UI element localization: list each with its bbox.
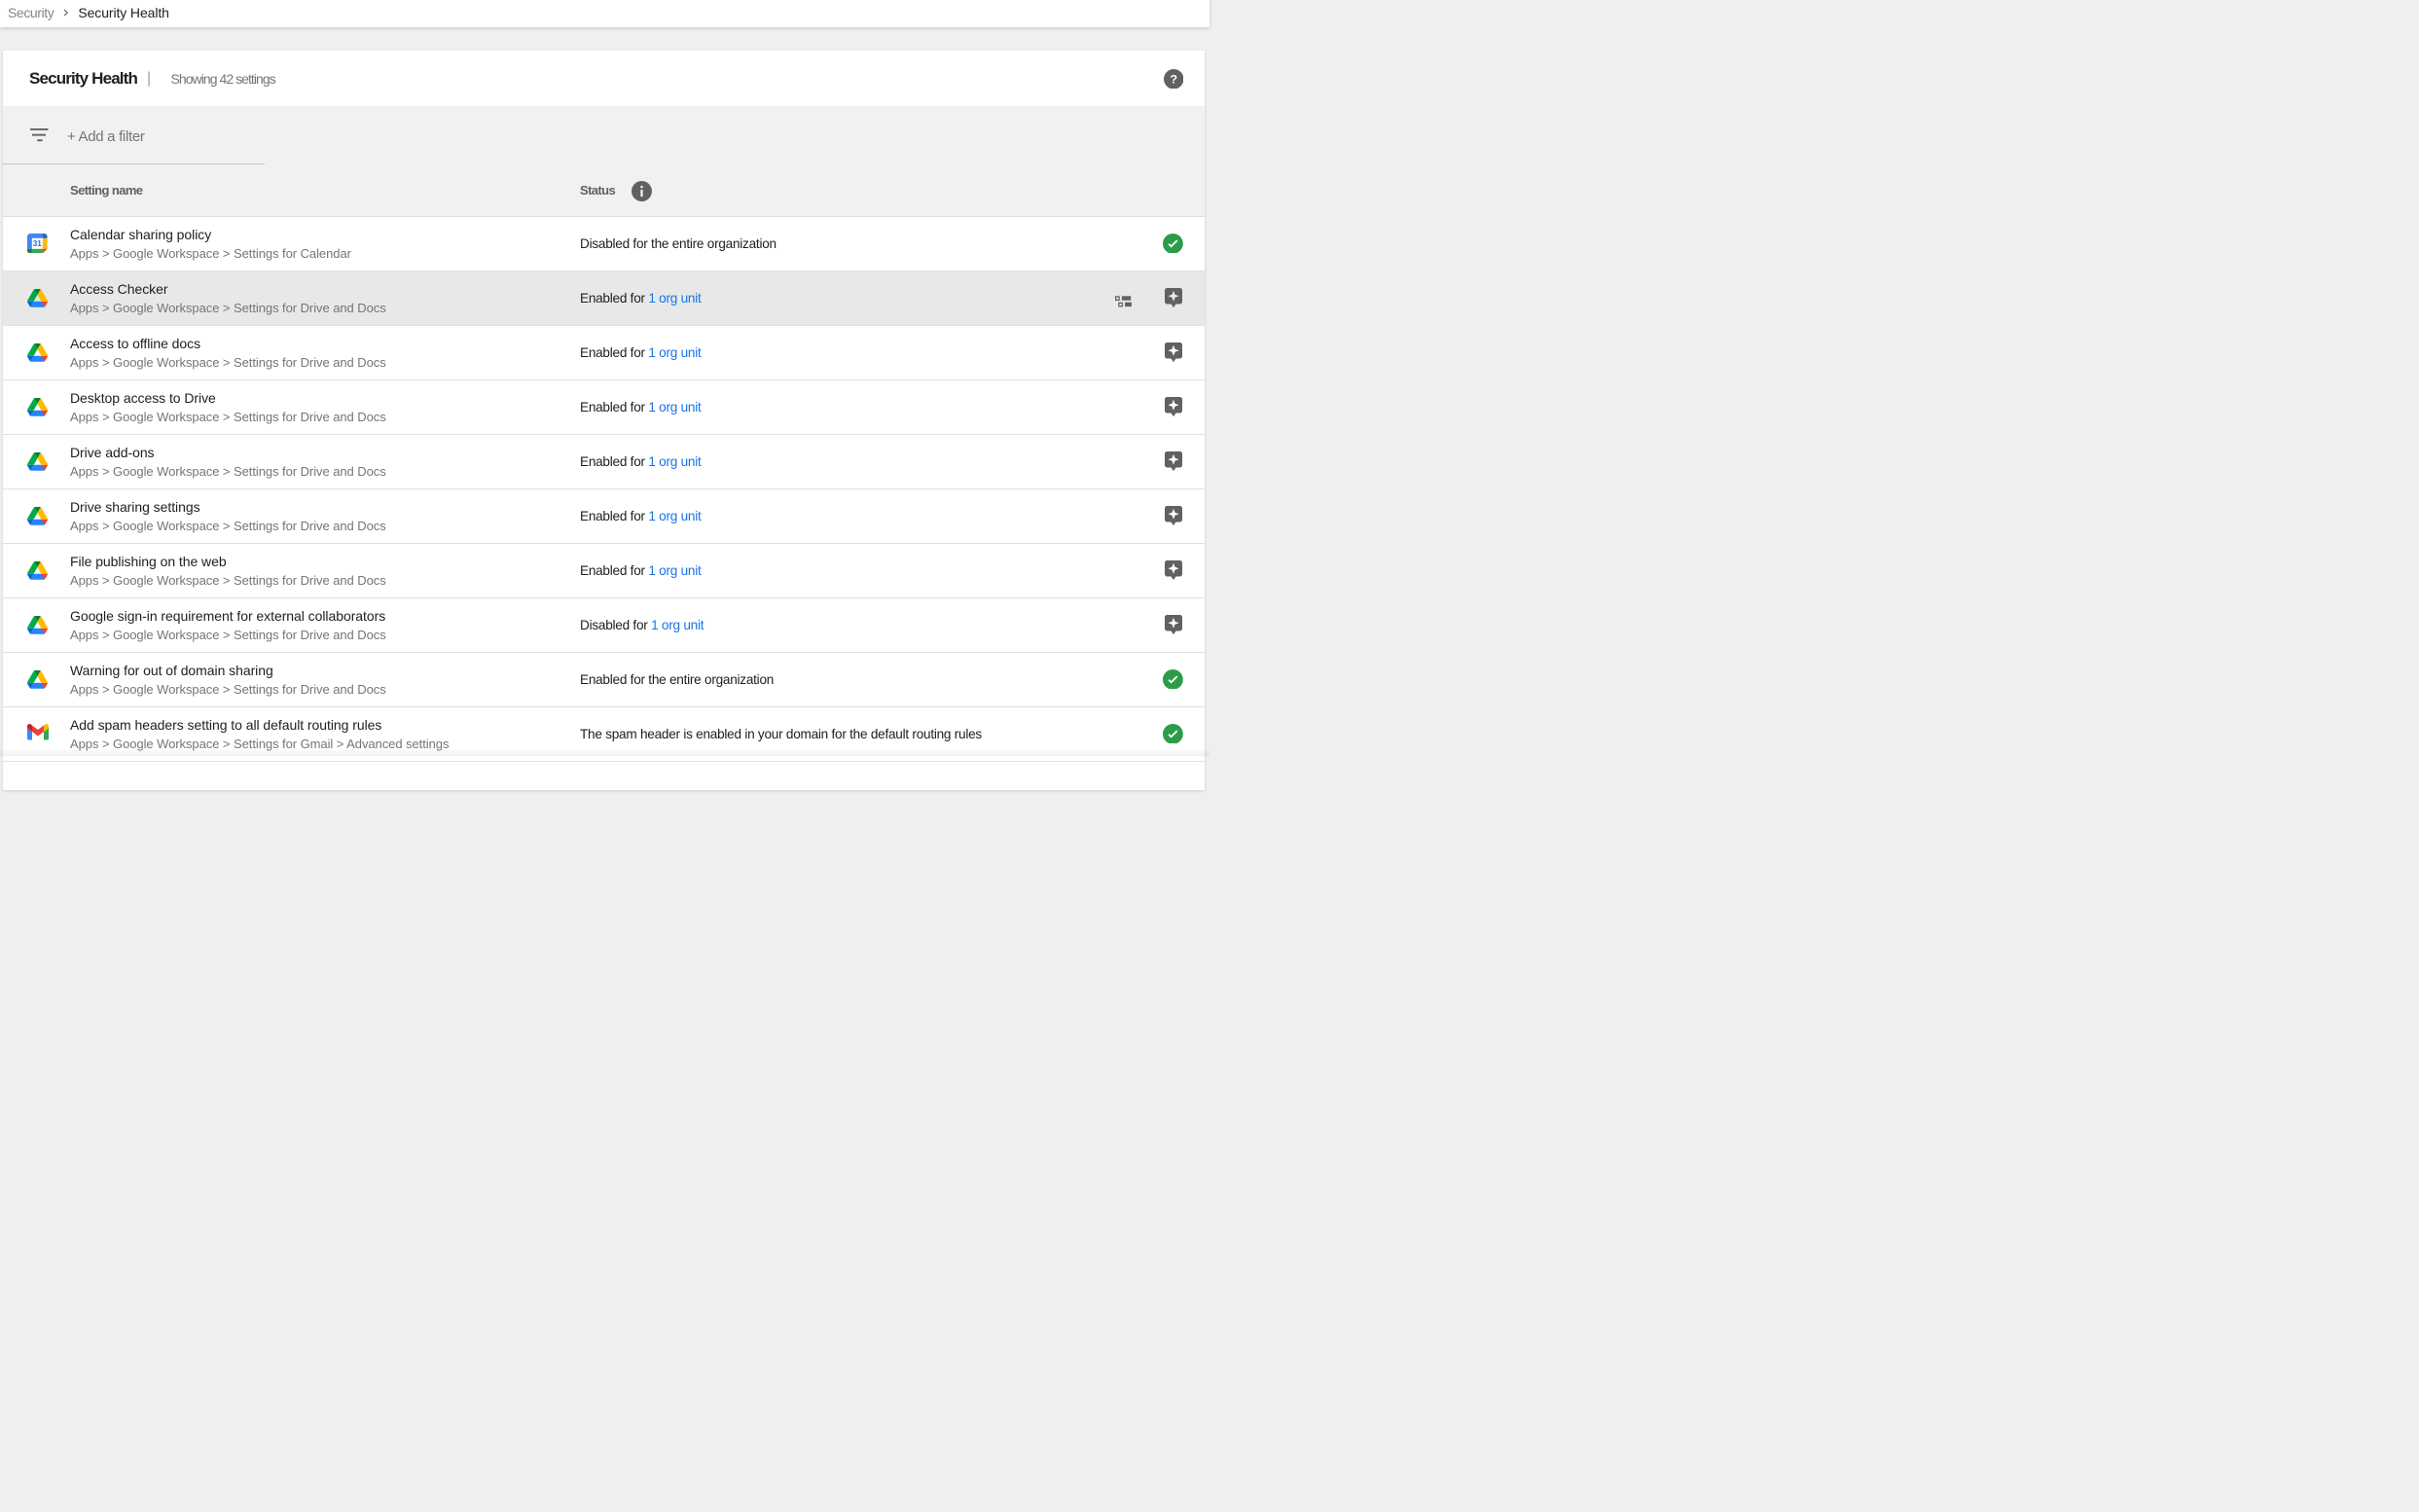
svg-text:31: 31 <box>33 239 43 248</box>
svg-text:?: ? <box>1170 72 1177 86</box>
